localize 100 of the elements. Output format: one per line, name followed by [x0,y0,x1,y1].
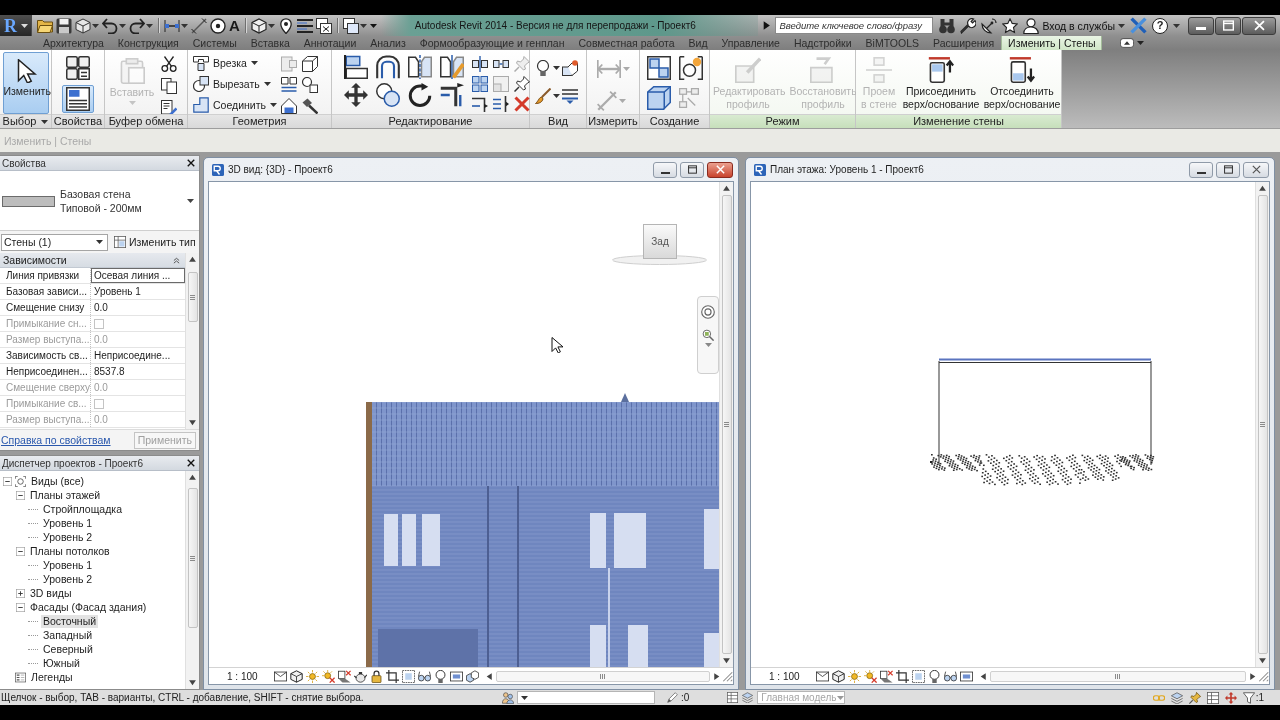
envelope-icon[interactable] [273,669,287,683]
application-menu-button[interactable]: R [0,15,32,36]
view-scale[interactable]: 1 : 100 [227,670,258,682]
collapse-icon[interactable] [15,602,25,612]
navigation-bar[interactable] [697,296,719,374]
sync-button[interactable] [75,16,99,35]
ribbon-tab[interactable]: Вид [681,36,715,50]
ribbon-tab[interactable]: Архитектура [36,36,111,50]
glasses-icon[interactable] [943,669,957,683]
tree-item[interactable]: Легенды [29,670,75,684]
minimize-button[interactable] [653,161,677,178]
property-value[interactable]: Осевая линия ... [91,268,185,283]
cube-icon[interactable] [289,669,303,683]
split-line-icon[interactable] [472,56,488,72]
modify-button[interactable]: Изменить [2,52,49,114]
trim-single-icon[interactable] [472,96,488,112]
crop-icon[interactable] [895,669,909,683]
scroll-thumb[interactable] [187,272,198,322]
box-icon[interactable] [302,56,318,72]
collapse-icon[interactable] [15,490,25,500]
close-icon[interactable] [187,459,195,467]
move-arrows-icon[interactable] [344,83,368,107]
hammer-icon[interactable] [302,98,318,114]
close-icon[interactable] [187,159,195,167]
trim-corner-icon[interactable] [440,83,464,107]
brush-menu-button[interactable] [535,88,560,104]
scroll-left-icon[interactable] [978,671,988,681]
scroll-up-icon[interactable] [1258,184,1267,193]
scroll-up-icon[interactable] [722,184,731,193]
scroll-down-icon[interactable] [1258,656,1267,665]
tree-item[interactable]: Уровень 1 [41,516,95,530]
copy-icon[interactable] [161,78,177,94]
vertical-scrollbar[interactable] [719,182,733,667]
expand-arrow-icon[interactable] [762,21,772,30]
undo-button[interactable] [102,16,126,35]
house-fill-icon[interactable] [281,98,297,114]
ribbon-tab[interactable]: Системы [185,36,244,50]
offset-arch-icon[interactable] [376,55,400,79]
shadow-icon[interactable] [879,669,893,683]
tree-item[interactable]: Уровень 1 [41,558,95,572]
edit-type-button[interactable]: Изменить тип [112,233,198,251]
circle-square-icon[interactable] [302,77,318,93]
caret-icon[interactable] [1137,41,1145,45]
ribbon-tab[interactable]: Аннотации [296,36,364,50]
two-cubes-icon[interactable] [465,669,479,683]
tree-item[interactable]: Планы потолков [28,544,112,558]
shadow-icon[interactable] [337,669,351,683]
binoculars-icon[interactable] [939,17,956,34]
lightbulb-icon[interactable] [433,669,447,683]
ribbon-tab[interactable]: Расширения [926,36,1002,50]
screen-icon[interactable] [959,669,973,683]
cut-geometry-button[interactable]: Вырезать [190,74,276,94]
collapse-icon[interactable] [15,546,25,556]
lightbulb-icon[interactable] [927,669,941,683]
element-filter-dropdown[interactable]: Стены (1) [1,233,108,251]
group-box-icon[interactable] [647,86,671,110]
tree-item[interactable]: Южный [41,656,82,670]
caret-icon[interactable] [1173,23,1180,28]
tree-item[interactable]: Западный [41,628,95,642]
tree-item[interactable]: 3D виды [28,586,74,600]
minimize-button[interactable] [1188,16,1214,35]
mirror-pencil-icon[interactable] [440,55,464,79]
padlock-icon[interactable] [369,669,383,683]
scroll-thumb[interactable] [187,488,198,628]
zoom-icon[interactable] [702,329,714,341]
tree-item[interactable]: Стройплощадка [41,502,124,516]
ribbon-tab[interactable]: Конструкция [110,36,186,50]
close-windows-icon[interactable] [315,17,332,34]
ribbon-tab[interactable]: Анализ [363,36,413,50]
restore-button[interactable] [1216,161,1240,178]
tree-item[interactable]: Северный [41,642,95,656]
scroll-up-icon[interactable] [188,255,197,264]
ribbon-tab[interactable]: Надстройки [786,36,859,50]
envelope-icon[interactable] [815,669,829,683]
cube-icon[interactable] [831,669,845,683]
tree-item[interactable]: Восточный [41,614,99,628]
close-button[interactable] [1243,161,1269,178]
3d-view-button[interactable] [250,16,275,35]
property-group-header[interactable]: Зависимости [0,253,185,268]
expand-icon[interactable] [15,588,25,598]
trim-multiple-icon[interactable] [493,96,509,112]
vertical-scrollbar[interactable] [185,471,199,689]
tree-item[interactable]: Планы этажей [28,488,103,502]
view-scale[interactable]: 1 : 100 [769,670,800,682]
sun-crossed-icon[interactable] [321,669,335,683]
ribbon-toggle-icon[interactable] [1120,36,1135,50]
restore-button[interactable] [680,161,704,178]
redo-button[interactable] [129,16,153,35]
people-icon[interactable] [502,691,514,704]
lines-icon[interactable] [296,17,313,34]
lines-arrow-icon[interactable] [562,88,578,104]
cope-button[interactable]: Врезка [190,53,276,73]
properties-help-link[interactable]: Справка по свойствам [1,434,111,446]
scroll-right-icon[interactable] [712,671,721,681]
open-folder-icon[interactable] [37,17,53,34]
pin-icon[interactable] [514,76,530,92]
satellite-dish-icon[interactable] [981,17,998,34]
ribbon-tab[interactable]: Вставка [243,36,297,50]
text-tool-button[interactable]: A [229,16,240,35]
horizontal-scrollbar[interactable] [484,668,721,684]
